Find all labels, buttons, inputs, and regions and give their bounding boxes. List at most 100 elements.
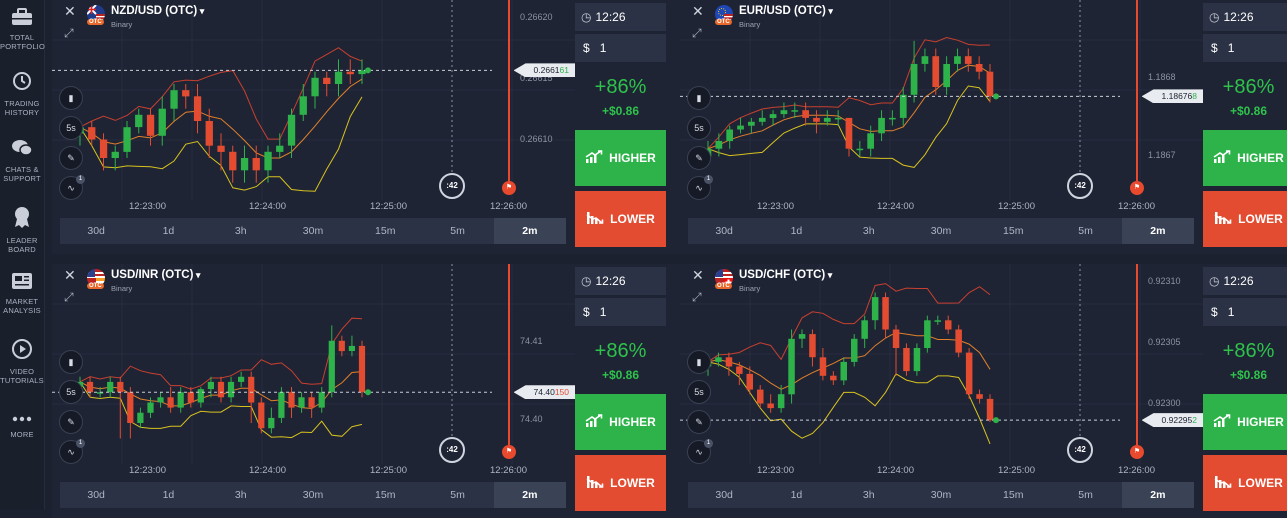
timeframe-30d[interactable]: 30d	[688, 218, 760, 244]
trend-down-icon	[586, 211, 604, 228]
lower-button[interactable]: LOWER	[575, 455, 666, 511]
play-icon	[0, 338, 44, 365]
sidebar-item-more[interactable]: MORE	[0, 410, 44, 439]
chart-type-icon[interactable]: ▮	[687, 350, 711, 374]
timeframe-5m[interactable]: 5m	[421, 482, 493, 508]
timeframe-30m[interactable]: 30m	[905, 482, 977, 508]
chart-area[interactable]: 1.1868 1.1867 12:23:00 12:24:00 12:25:00 12:2…	[680, 0, 1203, 214]
timeframe-3h[interactable]: 3h	[833, 218, 905, 244]
candle	[264, 151, 272, 171]
timeframe-1d[interactable]: 1d	[132, 218, 204, 244]
timeframe-5m[interactable]: 5m	[1049, 218, 1121, 244]
expiry-time-selector[interactable]: ◷ 12:26	[1203, 3, 1287, 31]
chart-type-icon[interactable]: ▮	[687, 86, 711, 110]
investment-amount-input[interactable]: $1	[575, 298, 666, 326]
investment-amount-input[interactable]: $1	[1203, 298, 1287, 326]
time-interval-button[interactable]: 5s	[687, 380, 711, 404]
price-chart[interactable]: 0.923100.923050.9230012:23:00 12:24:00 12:…	[680, 264, 1203, 478]
asset-name: EUR/USD (OTC)	[739, 5, 826, 17]
chart-area[interactable]: 0.92310 0.92305 0.92300 12:23:00 12:24:00 12:…	[680, 264, 1203, 478]
time-interval-button[interactable]: 5s	[59, 380, 83, 404]
higher-button[interactable]: HIGHER	[575, 394, 666, 450]
timeframe-30d[interactable]: 30d	[688, 482, 760, 508]
higher-button[interactable]: HIGHER	[575, 130, 666, 186]
investment-amount-input[interactable]: $1	[1203, 34, 1287, 62]
asset-selector[interactable]: USD/INR (OTC) ▾	[111, 269, 200, 281]
chart-type-icon[interactable]: ▮	[59, 350, 83, 374]
time-interval-button[interactable]: 5s	[687, 116, 711, 140]
expand-icon[interactable]: ⤢	[64, 26, 74, 41]
close-chart-icon[interactable]: ✕	[64, 3, 76, 20]
candle	[943, 64, 950, 88]
expiry-time-selector[interactable]: ◷ 12:26	[575, 267, 666, 295]
close-chart-icon[interactable]: ✕	[692, 3, 704, 20]
price-tail: 8	[1192, 91, 1197, 102]
higher-button[interactable]: HIGHER	[1203, 130, 1287, 186]
lower-button[interactable]: LOWER	[575, 191, 666, 247]
timeframe-2m[interactable]: 2m	[493, 218, 566, 244]
expiry-time-selector[interactable]: ◷ 12:26	[575, 3, 666, 31]
draw-tool-icon[interactable]: ✎	[687, 410, 711, 434]
timeframe-3h[interactable]: 3h	[833, 482, 905, 508]
lower-button[interactable]: LOWER	[1203, 191, 1287, 247]
timeframe-30m[interactable]: 30m	[277, 482, 349, 508]
sidebar-item-chats-support[interactable]: CHATS & SUPPORT	[0, 138, 44, 183]
timeframe-1d[interactable]: 1d	[132, 482, 204, 508]
timeframe-15m[interactable]: 15m	[977, 482, 1049, 508]
sidebar-item-market-analysis[interactable]: MARKET ANALYSIS	[0, 272, 44, 315]
chart-area[interactable]: 74.41 74.40 12:23:00 12:24:00 12:25:00 12:26:…	[52, 264, 575, 478]
price-chart[interactable]: 74.41 74.40 12:23:00 12:24:00 12:25:00 12:26:…	[52, 264, 575, 478]
lower-button[interactable]: LOWER	[1203, 455, 1287, 511]
timeframe-30d[interactable]: 30d	[60, 482, 132, 508]
trend-up-icon	[1213, 413, 1231, 431]
price-chart[interactable]: 0.266200.266150.2661012:23:00 12:24:00 12:…	[52, 0, 575, 214]
draw-tool-icon[interactable]: ✎	[687, 146, 711, 170]
timeframe-15m[interactable]: 15m	[977, 218, 1049, 244]
timeframe-5m[interactable]: 5m	[421, 218, 493, 244]
asset-selector[interactable]: USD/CHF (OTC) ▾	[739, 269, 832, 281]
higher-button[interactable]: HIGHER	[1203, 394, 1287, 450]
candle	[252, 158, 260, 171]
asset-selector[interactable]: NZD/USD (OTC) ▾	[111, 5, 204, 17]
timeframe-3h[interactable]: 3h	[205, 218, 277, 244]
candle	[117, 381, 124, 393]
timeframe-1d[interactable]: 1d	[760, 482, 832, 508]
timeframe-2m[interactable]: 2m	[1121, 482, 1194, 508]
timeframe-3h[interactable]: 3h	[205, 482, 277, 508]
close-chart-icon[interactable]: ✕	[64, 267, 76, 284]
timeframe-15m[interactable]: 15m	[349, 482, 421, 508]
chart-type-icon[interactable]: ▮	[59, 86, 83, 110]
draw-tool-icon[interactable]: ✎	[59, 146, 83, 170]
finish-flag-icon: ⚑	[502, 181, 516, 195]
sidebar-item-trading-history[interactable]: TRADING HISTORY	[0, 70, 44, 117]
candle	[99, 139, 108, 158]
timeframe-2m[interactable]: 2m	[1121, 218, 1194, 244]
price-chart[interactable]: 1.1868 1.1867 12:23:00 12:24:00 12:25:00 12:2…	[680, 0, 1203, 214]
timeframe-30d[interactable]: 30d	[60, 218, 132, 244]
timeframe-30m[interactable]: 30m	[277, 218, 349, 244]
time-interval-button[interactable]: 5s	[59, 116, 83, 140]
timeframe-30m[interactable]: 30m	[905, 218, 977, 244]
asset-name: NZD/USD (OTC)	[111, 5, 198, 17]
timeframe-1d[interactable]: 1d	[760, 218, 832, 244]
chart-area[interactable]: 0.26620 0.26615 0.26610 12:23:00 12:24:00 12:…	[52, 0, 575, 214]
expand-icon[interactable]: ⤢	[692, 290, 702, 305]
chart-panel: 0.92310 0.92305 0.92300 12:23:00 12:24:00 12:…	[680, 264, 1287, 518]
timeframe-15m[interactable]: 15m	[349, 218, 421, 244]
expiry-time-selector[interactable]: ◷ 12:26	[1203, 267, 1287, 295]
expand-icon[interactable]: ⤢	[692, 26, 702, 41]
history-icon	[0, 70, 44, 97]
timeframe-2m[interactable]: 2m	[493, 482, 566, 508]
sidebar-item-leader-board[interactable]: LEADER BOARD	[0, 205, 44, 254]
investment-amount-input[interactable]: $1	[575, 34, 666, 62]
timeframe-5m[interactable]: 5m	[1049, 482, 1121, 508]
draw-tool-icon[interactable]: ✎	[59, 410, 83, 434]
sidebar-item-video-tutorials[interactable]: VIDEO TUTORIALS	[0, 338, 44, 385]
candle	[976, 394, 983, 399]
sidebar-item-total-portfolio[interactable]: TOTAL PORTFOLIO	[0, 8, 45, 51]
expand-icon[interactable]: ⤢	[64, 290, 74, 305]
higher-label: HIGHER	[1237, 151, 1284, 165]
profit-amount: +$0.86	[1229, 368, 1268, 382]
close-chart-icon[interactable]: ✕	[692, 267, 704, 284]
asset-selector[interactable]: EUR/USD (OTC) ▾	[739, 5, 833, 17]
